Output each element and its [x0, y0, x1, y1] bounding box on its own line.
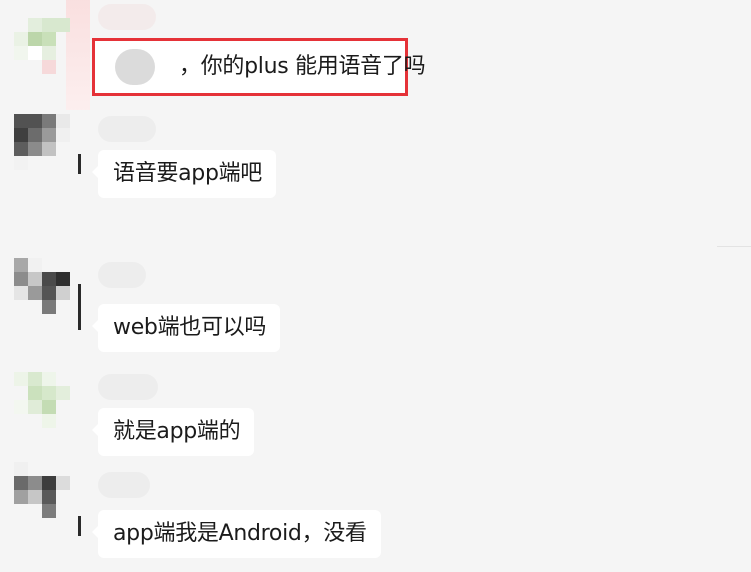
- indicator-mark: [78, 516, 81, 536]
- message-text: web端也可以吗: [113, 315, 267, 340]
- sender-name-blurred: [98, 262, 146, 288]
- message-text: app端我是Android，没看: [113, 521, 367, 546]
- avatar[interactable]: [14, 18, 70, 74]
- sender-name-blurred: [98, 116, 156, 142]
- message-text: ，你的plus 能用语音了吗: [179, 54, 426, 79]
- redacted-name: [115, 49, 155, 85]
- message-text: 语音要app端吧: [113, 161, 263, 186]
- message-text: 就是app端的: [113, 419, 241, 444]
- sender-name-blurred: [98, 374, 158, 400]
- sender-name-blurred: [98, 4, 156, 30]
- message-bubble[interactable]: app端我是Android，没看: [92, 510, 381, 558]
- indicator-mark: [78, 284, 81, 330]
- divider: [717, 246, 751, 247]
- message-bubble-highlighted[interactable]: ，你的plus 能用语音了吗: [92, 38, 426, 96]
- message-bubble[interactable]: web端也可以吗: [91, 304, 281, 352]
- avatar[interactable]: [14, 258, 70, 314]
- avatar[interactable]: [14, 114, 70, 170]
- avatar[interactable]: [14, 462, 70, 518]
- sender-name-blurred: [98, 472, 150, 498]
- avatar[interactable]: [14, 372, 70, 428]
- indicator-mark: [78, 154, 81, 174]
- message-bubble[interactable]: 语音要app端吧: [91, 150, 277, 198]
- message-bubble[interactable]: 就是app端的: [91, 408, 255, 456]
- chat-window: ，你的plus 能用语音了吗 语音要app端吧 web端也可以吗 就是app端的…: [0, 0, 751, 572]
